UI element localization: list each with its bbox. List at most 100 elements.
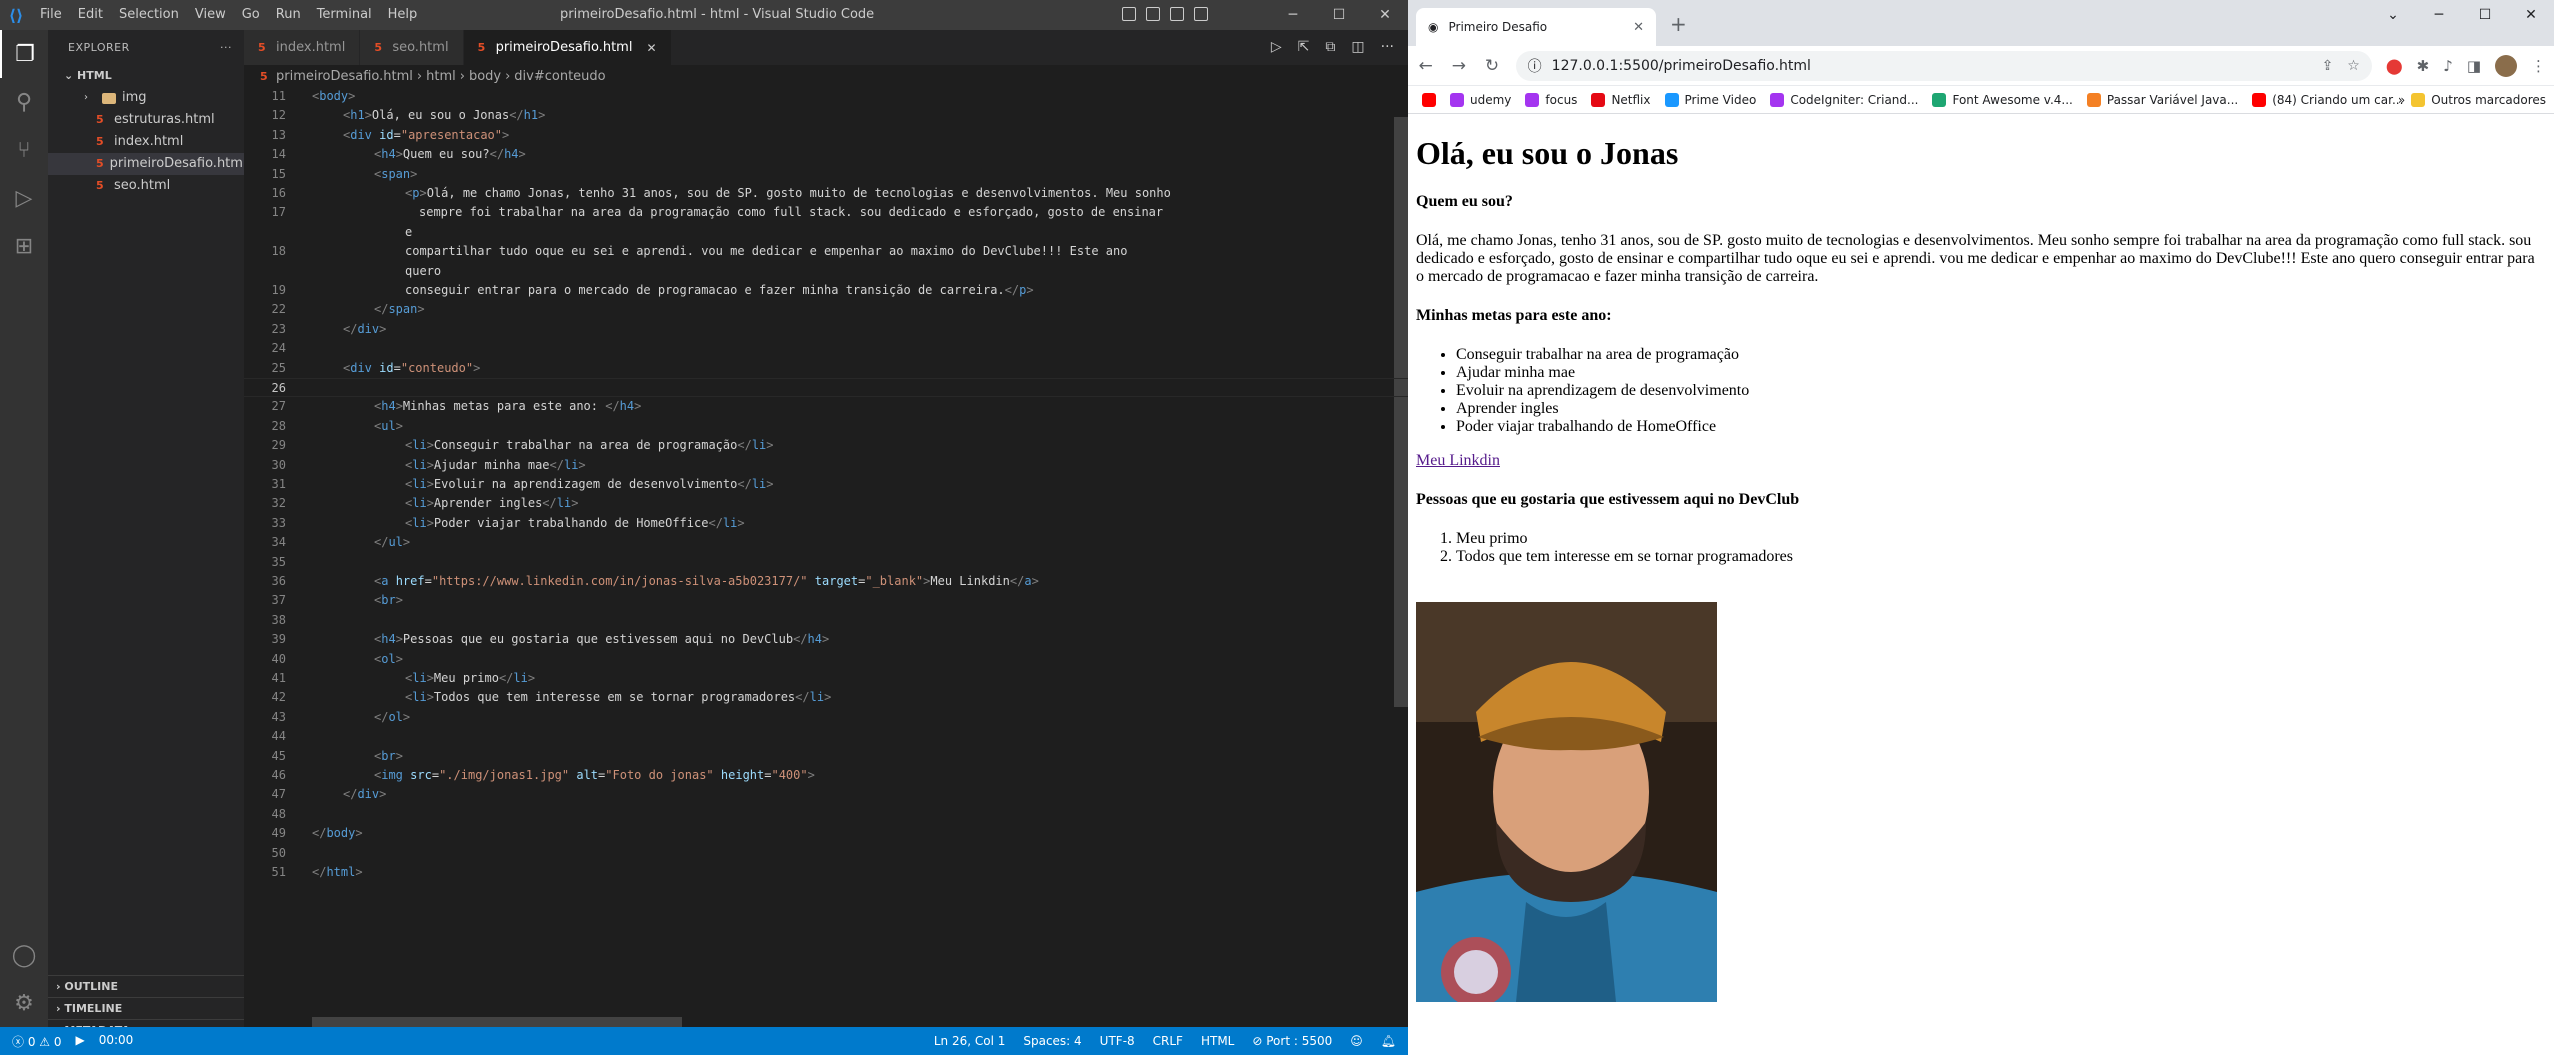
code-line[interactable]: 29 <li>Conseguir trabalhar na area de pro… [244, 436, 1408, 455]
code-line[interactable]: 42 <li>Todos que tem interesse em se torn… [244, 688, 1408, 707]
bookmark-item[interactable]: Passar Variável Java... [2086, 92, 2238, 107]
minimize-icon[interactable]: ─ [2416, 0, 2462, 30]
code-line[interactable]: 32 <li>Aprender ingles</li> [244, 494, 1408, 513]
info-icon[interactable]: ⓘ [1528, 56, 1542, 76]
search-icon[interactable]: ⚲ [0, 78, 48, 126]
play-icon[interactable]: ▶ [76, 1033, 85, 1050]
code-line[interactable]: 23 </div> [244, 320, 1408, 339]
live-server-status[interactable]: ⊘ Port : 5500 [1252, 1027, 1332, 1055]
code-line[interactable]: 19 conseguir entrar para o mercado de pro… [244, 281, 1408, 300]
linkedin-link[interactable]: Meu Linkdin [1416, 452, 1500, 469]
code-line[interactable]: 40 <ol> [244, 650, 1408, 669]
run-debug-icon[interactable]: ▷ [0, 174, 48, 222]
code-line[interactable]: 39 <h4>Pessoas que eu gostaria que estive… [244, 630, 1408, 649]
code-line[interactable]: 34 </ul> [244, 533, 1408, 552]
menu-view[interactable]: View [187, 0, 234, 30]
menu-help[interactable]: Help [380, 0, 426, 30]
code-line[interactable]: 35 [244, 553, 1408, 572]
chevron-more-icon[interactable]: » [2398, 86, 2405, 114]
code-line[interactable]: 44 [244, 727, 1408, 746]
tree-item-index[interactable]: 5 index.html [48, 131, 244, 153]
menu-kebab-icon[interactable]: ⋮ [2531, 57, 2546, 75]
extensions-icon[interactable]: ⊞ [0, 222, 48, 270]
close-tab-icon[interactable]: ✕ [1633, 20, 1644, 35]
explorer-icon[interactable]: ❐ [0, 30, 48, 78]
menu-file[interactable]: File [32, 0, 70, 30]
code-line[interactable]: 48 [244, 805, 1408, 824]
bookmark-item[interactable]: udemy [1450, 92, 1511, 107]
code-line[interactable]: 24 [244, 339, 1408, 358]
close-icon[interactable]: ✕ [1362, 0, 1408, 30]
timer-status[interactable]: 00:00 [99, 1033, 134, 1050]
settings-gear-icon[interactable]: ⚙ [0, 979, 48, 1027]
tab-index[interactable]: 5 index.html [244, 30, 361, 65]
problems-status[interactable]: ⓧ 0 ⚠ 0 [12, 1033, 62, 1050]
breadcrumb-file[interactable]: primeiroDesafio.html [276, 69, 413, 84]
code-line[interactable]: 16 <p>Olá, me chamo Jonas, tenho 31 anos,… [244, 184, 1408, 203]
code-line[interactable]: 47 </div> [244, 785, 1408, 804]
breadcrumb-html[interactable]: html [426, 69, 456, 84]
compare-icon[interactable]: ⧉ [1325, 39, 1335, 55]
cursor-position[interactable]: Ln 26, Col 1 [934, 1027, 1006, 1055]
maximize-icon[interactable]: ☐ [2462, 0, 2508, 30]
code-line[interactable]: 50 [244, 844, 1408, 863]
more-actions-icon[interactable]: ··· [220, 41, 232, 54]
split-editor-icon[interactable]: ◫ [1351, 39, 1364, 55]
code-line[interactable]: 13 <div id="apresentacao"> [244, 126, 1408, 145]
breadcrumb-div[interactable]: div#conteudo [514, 69, 605, 84]
share-icon[interactable]: ⇪ [2322, 58, 2334, 74]
code-line[interactable]: 25 <div id="conteudo"> [244, 359, 1408, 378]
open-preview-icon[interactable]: ⇱ [1298, 39, 1310, 55]
profile-avatar[interactable] [2495, 54, 2517, 77]
indentation-status[interactable]: Spaces: 4 [1023, 1027, 1081, 1055]
bookmark-item[interactable] [1422, 92, 1436, 107]
address-bar[interactable]: ⓘ 127.0.0.1:5500/primeiroDesafio.html ⇪ … [1515, 50, 2372, 81]
source-control-icon[interactable]: ⑂ [0, 126, 48, 174]
feedback-icon[interactable]: ☺ [1350, 1027, 1363, 1055]
code-line[interactable]: 26 [244, 378, 1408, 397]
close-tab-icon[interactable]: ✕ [646, 41, 656, 55]
reload-icon[interactable]: ↻ [1482, 56, 1501, 76]
tree-item-estruturas[interactable]: 5 estruturas.html [48, 109, 244, 131]
tab-primeiro-desafio[interactable]: 5 primeiroDesafio.html ✕ [463, 30, 672, 65]
browser-tab[interactable]: ◉ Primeiro Desafio ✕ [1416, 8, 1656, 46]
code-line[interactable]: 12 <h1>Olá, eu sou o Jonas</h1> [244, 106, 1408, 125]
extensions-puzzle-icon[interactable]: ✱ [2417, 57, 2430, 75]
bookmark-item[interactable]: Prime Video [1664, 92, 1756, 107]
bookmark-item[interactable]: focus [1525, 92, 1577, 107]
code-line[interactable]: 28 <ul> [244, 417, 1408, 436]
timeline-section[interactable]: › TIMELINE [48, 997, 244, 1019]
minimize-icon[interactable]: ─ [1270, 0, 1316, 30]
eol-status[interactable]: CRLF [1153, 1027, 1183, 1055]
code-line[interactable]: 51 </html> [244, 863, 1408, 882]
code-line[interactable]: 11 <body> [244, 87, 1408, 106]
tree-item-img[interactable]: › img [48, 87, 244, 109]
encoding-status[interactable]: UTF-8 [1100, 1027, 1135, 1055]
extension-red-icon[interactable]: ⬤ [2386, 57, 2403, 75]
more-actions-icon[interactable]: ··· [1381, 39, 1394, 55]
run-icon[interactable]: ▷ [1271, 39, 1282, 55]
code-line[interactable]: 30 <li>Ajudar minha mae</li> [244, 456, 1408, 475]
account-icon[interactable]: ◯ [0, 931, 48, 979]
code-line[interactable]: 49 </body> [244, 824, 1408, 843]
customize-layout-icon[interactable] [1194, 7, 1208, 21]
code-line[interactable]: 33 <li>Poder viajar trabalhando de HomeOf… [244, 514, 1408, 533]
media-icon[interactable]: ♪ [2443, 57, 2453, 75]
close-icon[interactable]: ✕ [2508, 0, 2554, 30]
menu-selection[interactable]: Selection [111, 0, 187, 30]
notifications-bell-icon[interactable]: 🔔︎ [1381, 1027, 1396, 1055]
tab-seo[interactable]: 5 seo.html [360, 30, 464, 65]
code-line[interactable]: 41 <li>Meu primo</li> [244, 669, 1408, 688]
code-line[interactable]: 18 compartilhar tudo oque eu sei e aprend… [244, 242, 1408, 261]
forward-icon[interactable]: → [1449, 56, 1468, 76]
toggle-panel-icon[interactable] [1146, 7, 1160, 21]
maximize-icon[interactable]: ☐ [1316, 0, 1362, 30]
code-editor[interactable]: 11 <body> 12 <h1>Olá, eu sou o Jonas</h1> 13… [244, 87, 1408, 1027]
code-line[interactable]: quero [244, 262, 1408, 281]
tree-item-primeiro-desafio[interactable]: 5 primeiroDesafio.html [48, 153, 247, 175]
menu-edit[interactable]: Edit [70, 0, 111, 30]
code-line[interactable]: 46 <img src="./img/jonas1.jpg" alt="Foto … [244, 766, 1408, 785]
code-line[interactable]: 45 <br> [244, 747, 1408, 766]
back-icon[interactable]: ← [1416, 56, 1435, 76]
menu-go[interactable]: Go [234, 0, 268, 30]
